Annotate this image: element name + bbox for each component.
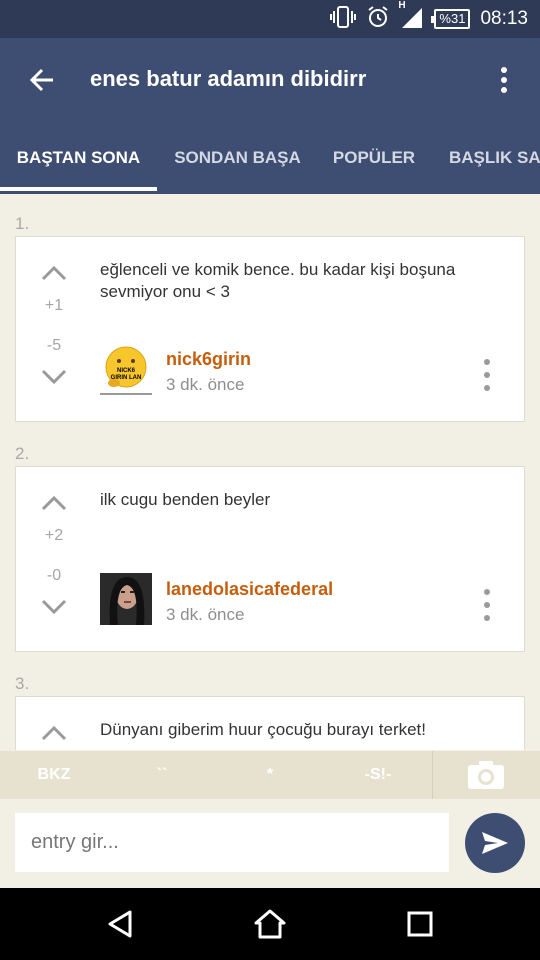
entry-list[interactable]: 1. +1 -5 eğlenceli ve komik bence. bu ka… (0, 194, 540, 750)
tab-populer[interactable]: POPÜLER (318, 134, 430, 194)
nav-back-button[interactable] (100, 904, 140, 944)
author-name[interactable]: lanedolasicafederal (166, 579, 333, 600)
entry-number: 1. (15, 214, 30, 233)
page-title: enes batur adamın dibidirr (90, 66, 367, 91)
entry-card: +2 -0 ilk cugu benden beyler lanedolasic… (15, 466, 525, 652)
downvote-button[interactable] (40, 597, 68, 617)
upvote-button[interactable] (40, 493, 68, 513)
downvote-count: -0 (46, 567, 62, 584)
upvote-button[interactable] (40, 263, 68, 283)
nav-recents-button[interactable] (400, 904, 440, 944)
signal-icon: H (398, 0, 424, 33)
entry-number: 2. (15, 444, 30, 463)
composer (0, 799, 540, 888)
entry-text: Dünyanı giberim huur çocuğu burayı terke… (100, 720, 427, 739)
tab-bastan-sona[interactable]: BAŞTAN SONA (0, 134, 157, 194)
battery-icon: %31 (431, 9, 471, 29)
entry-input[interactable] (15, 813, 449, 872)
send-icon (482, 832, 508, 854)
camera-icon[interactable] (466, 759, 506, 791)
vibrate-icon (330, 5, 357, 33)
entry-time: 3 dk. önce (166, 605, 245, 624)
active-tab-indicator (0, 187, 157, 191)
entry-menu-button[interactable] (480, 589, 494, 621)
entry-card: Dünyanı giberim huur çocuğu burayı terke… (15, 696, 525, 750)
back-button[interactable] (22, 60, 62, 100)
alarm-icon (366, 5, 390, 34)
battery-level: %31 (439, 11, 466, 26)
svg-text:NICK6: NICK6 (117, 368, 136, 374)
system-nav-bar (0, 888, 540, 960)
upvote-count: +2 (44, 527, 64, 544)
square-recents-icon (407, 911, 433, 937)
overflow-menu-button[interactable] (486, 60, 522, 100)
tab-bar: BAŞTAN SONA SONDAN BAŞA POPÜLER BAŞLIK S… (0, 134, 540, 194)
toolbar-divider (432, 751, 433, 799)
avatar[interactable]: NICK6 GIRIN LAN (100, 343, 152, 395)
entry-text: ilk cugu benden beyler (100, 490, 271, 509)
asterisk-button[interactable]: * (216, 751, 324, 799)
triangle-back-icon (108, 910, 132, 938)
downvote-button[interactable] (40, 367, 68, 387)
entry-menu-button[interactable] (480, 359, 494, 391)
arrow-back-icon (29, 68, 53, 92)
downvote-count: -5 (46, 337, 62, 354)
app-bar: enes batur adamın dibidirr BAŞTAN SONA S… (0, 38, 540, 194)
upvote-count: +1 (44, 297, 64, 314)
network-type: H (398, 0, 406, 11)
tab-baslik-sahibi[interactable]: BAŞLIK SAHİBİ (449, 134, 540, 194)
thinking-emoji-avatar: NICK6 GIRIN LAN (100, 343, 152, 395)
format-toolbar: BKZ `` * -S!- (0, 751, 540, 799)
spoiler-button[interactable]: -S!- (324, 751, 432, 799)
entry-card: +1 -5 eğlenceli ve komik bence. bu kadar… (15, 236, 525, 422)
upvote-button[interactable] (40, 723, 68, 743)
user-photo-avatar (100, 573, 152, 625)
tab-sondan-basa[interactable]: SONDAN BAŞA (160, 134, 315, 194)
avatar[interactable] (100, 573, 152, 625)
nav-home-button[interactable] (250, 904, 290, 944)
hidden-bkz-button[interactable]: `` (108, 751, 216, 799)
home-icon (254, 909, 286, 939)
status-bar: H %31 08:13 (0, 0, 540, 38)
more-vert-icon (501, 67, 507, 93)
send-button[interactable] (465, 813, 525, 873)
status-time: 08:13 (480, 8, 528, 29)
entry-text: eğlenceli ve komik bence. bu kadar kişi … (100, 260, 456, 301)
entry-time: 3 dk. önce (166, 375, 245, 394)
entry-number: 3. (15, 674, 30, 693)
author-name[interactable]: nick6girin (166, 349, 251, 370)
bkz-button[interactable]: BKZ (0, 751, 108, 799)
